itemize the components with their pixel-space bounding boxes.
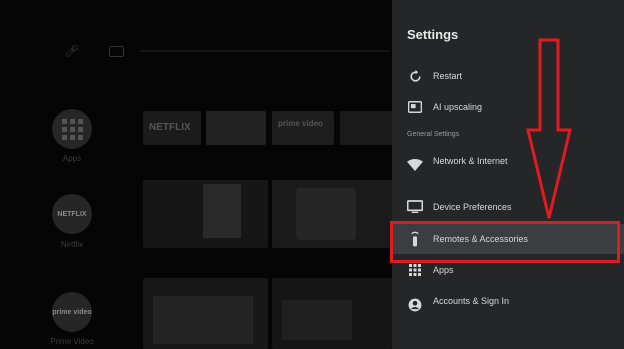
poster-image <box>153 296 253 344</box>
app-tile <box>206 111 266 145</box>
google-play-app-tile <box>340 111 392 145</box>
content-thumbnail <box>272 278 392 349</box>
apps-shortcut <box>52 109 92 149</box>
settings-item-restart[interactable]: Restart <box>392 61 624 91</box>
apps-shortcut-label: Apps <box>62 154 82 163</box>
settings-item-label: AI upscaling <box>433 102 483 112</box>
netflix-logo-text: NETFLIX <box>57 210 87 218</box>
settings-item-label: Restart <box>433 71 463 81</box>
home-screen-background: 🎤︎ Apps NETFLIX Netflix prime video Prim… <box>0 0 392 349</box>
settings-item-label: Network & Internet <box>433 156 508 166</box>
poster-image <box>203 184 241 238</box>
netflix-tile-text: NETFLIX <box>149 122 191 133</box>
ai-upscaling-icon <box>407 99 423 115</box>
prime-video-shortcut-label: Prime Video <box>50 337 94 346</box>
settings-item-label: Device Preferences <box>433 202 512 212</box>
content-thumbnail <box>272 180 392 248</box>
content-thumbnail <box>143 278 268 349</box>
netflix-shortcut-label: Netflix <box>60 240 84 249</box>
settings-item-network[interactable]: Network & Internet <box>392 150 624 180</box>
settings-item-accounts[interactable]: Accounts & Sign In <box>392 290 624 320</box>
section-header: General Settings <box>407 131 460 138</box>
content-thumbnail <box>143 180 268 248</box>
poster-image <box>282 300 352 340</box>
prime-video-shortcut: prime video <box>52 292 92 332</box>
search-bar <box>140 50 390 52</box>
wifi-icon <box>407 157 423 173</box>
apps-grid-icon <box>61 118 83 140</box>
down-arrow-icon <box>526 38 572 219</box>
apps-icon <box>407 262 423 278</box>
account-icon <box>407 297 423 313</box>
keyboard-icon <box>109 46 124 57</box>
settings-item-ai-upscaling[interactable]: AI upscaling <box>392 92 624 122</box>
restart-icon <box>407 68 423 84</box>
tv-icon <box>407 199 423 215</box>
settings-item-label: Accounts & Sign In <box>433 296 510 306</box>
microphone-icon: 🎤︎ <box>64 44 80 58</box>
settings-item-device-preferences[interactable]: Device Preferences <box>392 192 624 222</box>
panel-title: Settings <box>407 27 459 42</box>
netflix-app-tile: NETFLIX <box>143 111 201 145</box>
poster-image <box>296 188 356 240</box>
prime-tile-text: prime video <box>278 119 323 128</box>
settings-panel: Settings Restart AI upscaling General Se… <box>392 0 624 349</box>
prime-video-app-tile: prime video <box>272 111 334 145</box>
netflix-shortcut: NETFLIX <box>52 194 92 234</box>
settings-item-label: Apps <box>433 265 454 275</box>
prime-logo-text: prime video <box>52 308 92 316</box>
highlight-box <box>390 221 620 263</box>
